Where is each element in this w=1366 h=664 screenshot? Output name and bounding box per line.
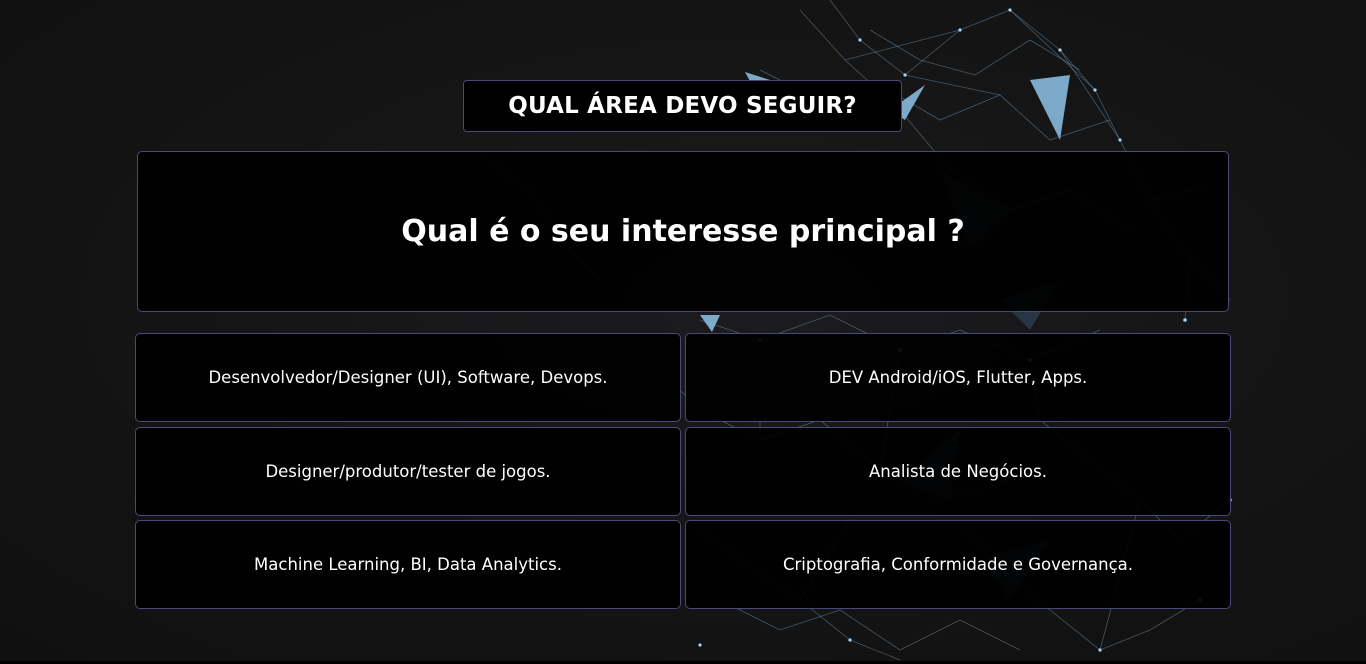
header-title-box: QUAL ÁREA DEVO SEGUIR?	[463, 80, 902, 132]
answer-option-label: Analista de Negócios.	[869, 462, 1047, 481]
question-card: Qual é o seu interesse principal ?	[137, 151, 1229, 312]
header-title: QUAL ÁREA DEVO SEGUIR?	[508, 93, 857, 119]
answer-option-4[interactable]: Analista de Negócios.	[685, 427, 1231, 516]
question-text: Qual é o seu interesse principal ?	[401, 214, 965, 249]
answer-option-3[interactable]: Designer/produtor/tester de jogos.	[135, 427, 681, 516]
answer-option-6[interactable]: Criptografia, Conformidade e Governança.	[685, 520, 1231, 609]
answer-option-label: DEV Android/iOS, Flutter, Apps.	[828, 368, 1088, 387]
answer-option-label: Designer/produtor/tester de jogos.	[265, 462, 551, 481]
answer-option-label: Criptografia, Conformidade e Governança.	[782, 555, 1133, 574]
answer-option-1[interactable]: Desenvolvedor/Designer (UI), Software, D…	[135, 333, 681, 422]
answer-option-5[interactable]: Machine Learning, BI, Data Analytics.	[135, 520, 681, 609]
answer-option-label: Machine Learning, BI, Data Analytics.	[254, 555, 562, 574]
page-background: QUAL ÁREA DEVO SEGUIR? Qual é o seu inte…	[0, 0, 1366, 664]
answer-option-2[interactable]: DEV Android/iOS, Flutter, Apps.	[685, 333, 1231, 422]
answer-option-label: Desenvolvedor/Designer (UI), Software, D…	[208, 368, 608, 387]
